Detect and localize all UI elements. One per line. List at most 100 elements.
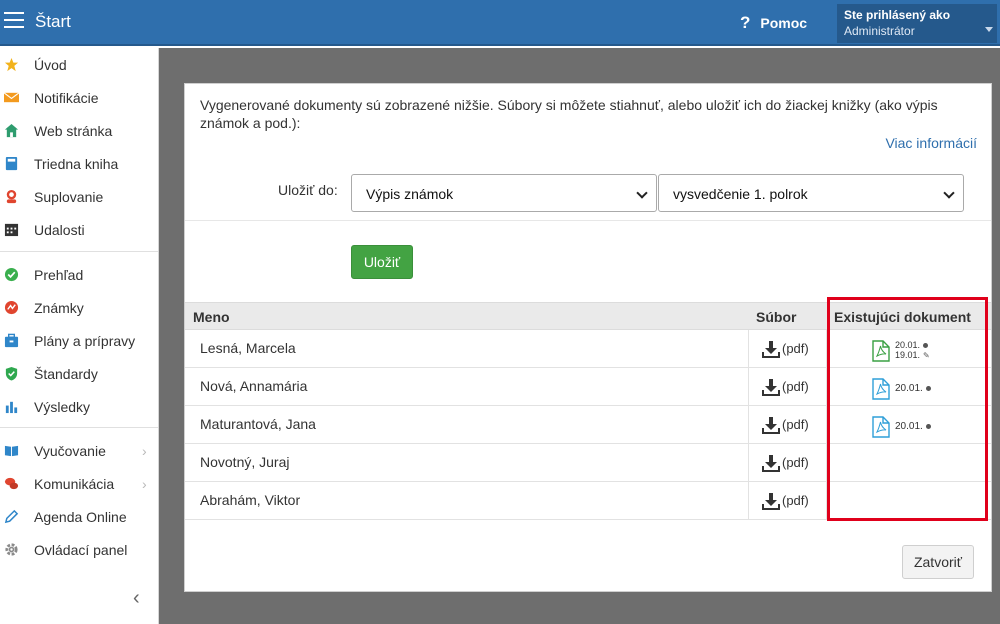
column-separator [826, 444, 827, 482]
sidebar-item-suplovanie[interactable]: Suplovanie [0, 182, 158, 212]
calendar-icon [4, 223, 19, 237]
column-header-existing: Existujúci dokument [834, 309, 971, 325]
user-status-label: Ste prihlásený ako [844, 8, 951, 22]
briefcase-icon [4, 333, 19, 348]
sidebar-item-uvod[interactable]: Úvod [0, 50, 158, 80]
download-label: (pdf) [782, 493, 809, 508]
chevron-right-icon: › [142, 476, 147, 492]
pdf-file-icon [872, 416, 890, 438]
table-row: Novotný, Juraj (pdf) [185, 444, 991, 482]
sidebar-item-udalosti[interactable]: Udalosti [0, 215, 158, 245]
sidebar-item-label: Výsledky [34, 399, 91, 415]
sidebar-item-label: Udalosti [34, 222, 85, 238]
document-date: 20.01. [895, 421, 931, 432]
close-button[interactable]: Zatvoriť [902, 545, 974, 579]
sidebar-item-label: Úvod [34, 57, 67, 73]
globe-icon [925, 385, 931, 391]
sidebar-item-ovladaci-panel[interactable]: Ovládací panel [0, 535, 158, 565]
sidebar-item-label: Agenda Online [34, 509, 127, 525]
sidebar-item-agenda-online[interactable]: Agenda Online [0, 502, 158, 532]
table-row: Nová, Annamária (pdf) 20.01. [185, 368, 991, 406]
save-to-label: Uložiť do: [278, 182, 338, 198]
column-header-name: Meno [193, 309, 230, 325]
table-row: Lesná, Marcela (pdf) 20.01. 19.01. ✎ [185, 330, 991, 368]
column-header-file: Súbor [756, 309, 797, 325]
column-separator [748, 330, 749, 368]
collapse-sidebar-icon[interactable]: ‹ [133, 588, 149, 608]
substitute-icon [6, 189, 17, 204]
gear-icon [5, 543, 18, 556]
sidebar-item-web-stranka[interactable]: Web stránka [0, 116, 158, 146]
sidebar-item-label: Triedna kniha [34, 156, 119, 172]
sidebar-item-komunikacia[interactable]: Komunikácia › [0, 469, 158, 499]
sidebar-item-label: Štandardy [34, 366, 98, 382]
sidebar-item-znamky[interactable]: Známky [0, 293, 158, 323]
chevron-right-icon: › [142, 443, 147, 459]
download-label: (pdf) [782, 341, 809, 356]
sidebar-item-vysledky[interactable]: Výsledky [0, 392, 158, 422]
user-menu[interactable]: Ste prihlásený ako Administrátor [837, 4, 997, 43]
sidebar-item-triedna-kniha[interactable]: Triedna kniha [0, 149, 158, 179]
sidebar-item-label: Známky [34, 300, 84, 316]
column-separator [748, 368, 749, 406]
student-name: Abrahám, Viktor [200, 492, 301, 508]
table-row: Maturantová, Jana (pdf) 20.01. [185, 406, 991, 444]
download-label: (pdf) [782, 455, 809, 470]
app-title[interactable]: Štart [35, 12, 71, 32]
period-value: vysvedčenie 1. polrok [673, 186, 808, 202]
column-separator [748, 482, 749, 520]
column-separator [748, 406, 749, 444]
document-date-edited: 19.01. ✎ [895, 350, 930, 360]
star-icon [4, 57, 19, 72]
globe-icon [923, 343, 929, 349]
sidebar-item-label: Web stránka [34, 123, 113, 139]
document-type-value: Výpis známok [366, 186, 454, 202]
help-label: Pomoc [760, 15, 808, 31]
sidebar-item-notifikacie[interactable]: Notifikácie [0, 83, 158, 113]
document-date: 20.01. [895, 383, 931, 394]
grades-icon [4, 300, 19, 315]
download-label: (pdf) [782, 379, 809, 394]
bar-chart-icon [5, 401, 18, 414]
column-separator [826, 482, 827, 520]
column-separator [826, 406, 827, 444]
student-name: Nová, Annamária [200, 378, 308, 394]
check-circle-icon [4, 267, 19, 282]
student-name: Maturantová, Jana [200, 416, 316, 432]
sidebar-divider [0, 251, 158, 252]
question-icon: ? [740, 13, 751, 32]
column-separator [748, 444, 749, 482]
save-button[interactable]: Uložiť [351, 245, 413, 279]
column-separator [826, 368, 827, 406]
document-type-select[interactable]: Výpis známok [351, 174, 657, 212]
sidebar-item-label: Prehľad [34, 267, 84, 283]
sidebar-item-label: Ovládací panel [34, 542, 128, 558]
student-name: Novotný, Juraj [200, 454, 290, 470]
download-label: (pdf) [782, 417, 809, 432]
top-bar: Štart ? Pomoc Ste prihlásený ako Administ… [0, 0, 1000, 46]
sidebar: Úvod Notifikácie Web stránka Triedna kni… [0, 48, 159, 624]
sidebar-item-label: Komunikácia [34, 476, 115, 492]
document-date: 20.01. [895, 340, 929, 350]
sidebar-item-standardy[interactable]: Štandardy [0, 359, 158, 389]
more-info-link[interactable]: Viac informácií [885, 135, 977, 151]
period-select[interactable]: vysvedčenie 1. polrok [658, 174, 964, 212]
help-link[interactable]: ? Pomoc [740, 13, 807, 33]
download-icon [762, 455, 780, 472]
sidebar-item-prehlad[interactable]: Prehľad [0, 260, 158, 290]
book-icon [5, 156, 18, 171]
intro-text: Vygenerované dokumenty sú zobrazené nižš… [200, 97, 938, 131]
chevron-down-icon [943, 187, 955, 199]
table-row: Abrahám, Viktor (pdf) [185, 482, 991, 520]
download-icon [762, 379, 780, 396]
pdf-file-icon [872, 378, 890, 400]
sidebar-item-plany-a-pripravy[interactable]: Plány a prípravy [0, 326, 158, 356]
hamburger-menu-icon[interactable] [4, 12, 24, 30]
pencil-icon: ✎ [923, 351, 930, 360]
pen-icon [4, 509, 19, 524]
open-book-icon [4, 445, 19, 457]
sidebar-item-vyucovanie[interactable]: Vyučovanie › [0, 436, 158, 466]
download-icon [762, 341, 780, 358]
sidebar-item-label: Vyučovanie [34, 443, 106, 459]
sidebar-item-label: Plány a prípravy [34, 333, 136, 349]
